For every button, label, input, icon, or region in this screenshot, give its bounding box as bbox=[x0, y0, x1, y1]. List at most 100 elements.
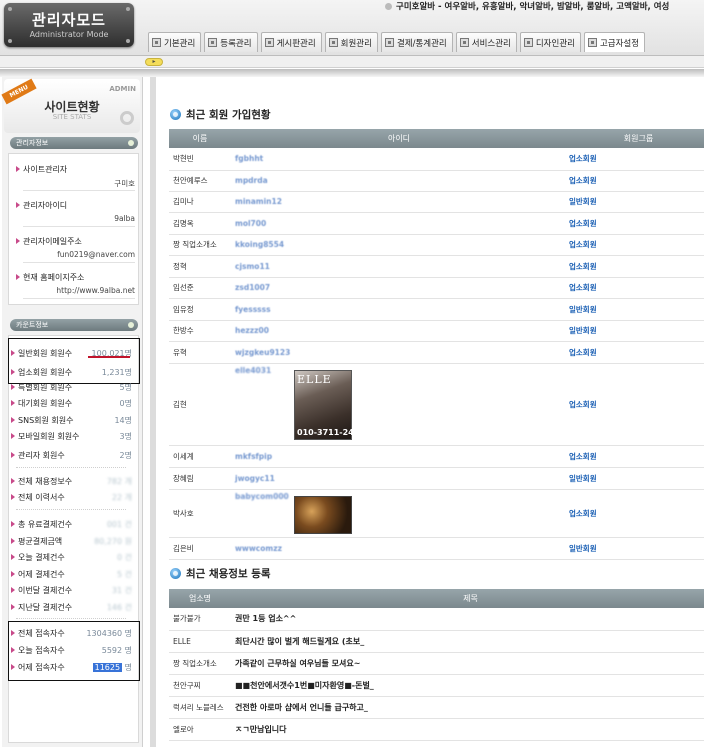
tab-services[interactable]: 서비스관리 bbox=[455, 32, 517, 52]
member-id[interactable]: kkoing8554 bbox=[231, 234, 567, 256]
job-title-link[interactable]: 건전한 아로마 샵에서 언니들 급구하고_ bbox=[231, 696, 704, 719]
tab-registration[interactable]: 등록관리 bbox=[204, 32, 258, 52]
table-row[interactable]: 불가불가 권만 1등 업소^^ bbox=[169, 608, 704, 631]
job-title-link[interactable]: ㅈㄱ만남입니다 bbox=[231, 718, 704, 741]
tab-icon bbox=[152, 38, 161, 47]
tab-design[interactable]: 디자인관리 bbox=[519, 32, 581, 52]
member-id[interactable]: fyesssss bbox=[231, 298, 567, 321]
table-row[interactable]: 이세계 mkfsfpip 업소회원 bbox=[169, 445, 704, 468]
table-row[interactable]: 김현 elle4031 ELLE 010-3711-2441 업소회원 bbox=[169, 363, 704, 446]
count-row: 모바일회원 회원수 3명 bbox=[10, 430, 132, 443]
site-names[interactable]: 구미호알바 - 여우알바, 유흥알바, 악녀알바, 밤알바, 룸알바, 고액알바… bbox=[385, 0, 704, 13]
member-id[interactable]: wjzgkeu9123 bbox=[231, 341, 567, 364]
count-value: 2명 bbox=[119, 451, 132, 460]
annotation-box bbox=[8, 338, 140, 384]
table-row[interactable]: 임선준 zsd1007 업소회원 bbox=[169, 277, 704, 299]
member-id[interactable]: wwwcomzz bbox=[231, 537, 567, 560]
main-content: 최근 회원 가입현황 이름 아이디 회원그룹 박현빈 fgbhht 업소회원 천안예… bbox=[150, 77, 704, 747]
tab-basic[interactable]: 기본관리 bbox=[148, 32, 202, 52]
member-id[interactable]: mkfsfpip bbox=[231, 445, 567, 468]
divider bbox=[16, 618, 126, 619]
member-group: 업소회원 bbox=[567, 489, 704, 538]
member-id[interactable]: elle4031 bbox=[235, 366, 271, 375]
table-row[interactable]: 유혁 wjzgkeu9123 업소회원 bbox=[169, 341, 704, 364]
tab-label: 고급자설정 bbox=[599, 38, 640, 49]
member-name: 김명옥 bbox=[169, 212, 231, 235]
tab-icon bbox=[523, 38, 533, 47]
count-label: 이번달 결제건수 bbox=[10, 586, 73, 595]
table-row[interactable]: 천안예루스 mpdrda 업소회원 bbox=[169, 170, 704, 192]
job-title-link[interactable]: 가족같이 근무하실 여우님들 모셔요~ bbox=[231, 652, 704, 675]
table-row[interactable]: 럭셔리 노블레스 건전한 아로마 샵에서 언니들 급구하고_ bbox=[169, 696, 704, 719]
count-row: 오늘 결제건수 0 건 bbox=[10, 551, 132, 564]
table-row[interactable]: 짱 직업소개소 가족같이 근무하실 여우님들 모셔요~ bbox=[169, 652, 704, 675]
admin-info-header: 관리자정보 bbox=[10, 137, 138, 149]
member-id[interactable]: fgbhht bbox=[231, 148, 567, 171]
member-id-cell[interactable]: babycom000 bbox=[231, 489, 567, 538]
count-value: 782 개 bbox=[106, 477, 132, 486]
count-row: 관리자 회원수 2명 bbox=[10, 449, 132, 462]
table-row[interactable]: 장혜림 jwogyc11 일반회원 bbox=[169, 467, 704, 490]
member-id[interactable]: mol700 bbox=[231, 212, 567, 235]
admin-logo[interactable]: 관리자모드 Administrator Mode bbox=[4, 3, 134, 47]
logo-bolt bbox=[126, 7, 130, 11]
admin-info-label: 사이트관리자 bbox=[15, 165, 68, 174]
member-id[interactable]: minamin12 bbox=[231, 191, 567, 213]
count-info-header-label: 카운트정보 bbox=[16, 321, 49, 329]
tab-members[interactable]: 회원관리 bbox=[324, 32, 378, 52]
admin-info-header-label: 관리자정보 bbox=[16, 139, 49, 147]
table-row[interactable]: 천안구찌 ■■천안에서갯수1번■미자환영■-돈벌_ bbox=[169, 674, 704, 697]
table-row[interactable]: 박현빈 fgbhht 업소회원 bbox=[169, 148, 704, 171]
divider bbox=[16, 467, 126, 468]
member-id[interactable]: zsd1007 bbox=[231, 277, 567, 299]
logo-bolt bbox=[8, 7, 12, 11]
count-value: 5 건 bbox=[117, 570, 132, 579]
tab-label: 게시판관리 bbox=[276, 38, 316, 49]
job-title-link[interactable]: 권만 1등 업소^^ bbox=[231, 608, 704, 631]
dot-icon bbox=[128, 322, 134, 328]
member-name: 김현 bbox=[169, 363, 231, 446]
admin-info-value: 구미호 bbox=[23, 178, 135, 191]
member-id-cell[interactable]: elle4031 ELLE 010-3711-2441 bbox=[231, 363, 567, 446]
table-row[interactable]: 정혁 cjsmo11 업소회원 bbox=[169, 255, 704, 278]
member-photo[interactable] bbox=[294, 495, 352, 534]
column-header: 회원그룹 bbox=[567, 129, 704, 148]
annotation-box bbox=[8, 621, 140, 681]
collapse-toggle-icon[interactable]: ▸ bbox=[145, 58, 163, 66]
member-id[interactable]: babycom000 bbox=[235, 492, 289, 501]
member-group: 업소회원 bbox=[567, 170, 704, 192]
member-id[interactable]: mpdrda bbox=[231, 170, 567, 192]
member-id[interactable]: jwogyc11 bbox=[231, 467, 567, 490]
table-row[interactable]: ELLE 최단시간 많이 벌게 해드릴게요 (초보_ bbox=[169, 630, 704, 653]
job-title-link[interactable]: ■■천안에서갯수1번■미자환영■-돈벌_ bbox=[231, 674, 704, 697]
table-row[interactable]: 짱 직업소개소 kkoing8554 업소회원 bbox=[169, 234, 704, 256]
count-value: 5명 bbox=[119, 383, 132, 392]
table-row[interactable]: 박사호 babycom000 업소회원 bbox=[169, 489, 704, 538]
count-label: 어제 결제건수 bbox=[11, 570, 65, 579]
pin-icon bbox=[385, 3, 392, 10]
count-row: 총 유료결제건수 001 건 bbox=[10, 518, 132, 531]
member-photo[interactable]: ELLE 010-3711-2441 bbox=[294, 369, 365, 440]
tab-payments[interactable]: 결제/통계관리 bbox=[380, 32, 453, 52]
job-title-link[interactable]: 최단시간 많이 벌게 해드릴게요 (초보_ bbox=[231, 630, 704, 653]
table-row[interactable]: 엘로아 ㅈㄱ만남입니다 bbox=[169, 718, 704, 741]
table-row[interactable]: 한방수 hezzz00 일반회원 bbox=[169, 320, 704, 342]
member-name: 장혜림 bbox=[169, 467, 231, 490]
tab-advanced[interactable]: 고급자설정 bbox=[583, 32, 646, 52]
table-row[interactable]: 김명옥 mol700 업소회원 bbox=[169, 212, 704, 235]
table-row[interactable]: 임유정 fyesssss 일반회원 bbox=[169, 298, 704, 321]
count-row: 전체 채용정보수 782 개 bbox=[10, 475, 132, 488]
tab-board[interactable]: 게시판관리 bbox=[260, 32, 322, 52]
member-name: 이세계 bbox=[169, 445, 231, 468]
section-bullet-icon bbox=[170, 568, 181, 579]
admin-info-value: 9alba bbox=[23, 214, 135, 227]
table-row[interactable]: 김미나 minamin12 일반회원 bbox=[169, 191, 704, 213]
count-label: 오늘 결제건수 bbox=[11, 553, 65, 562]
table-row[interactable]: 김은비 wwwcomzz 일반회원 bbox=[169, 537, 704, 560]
count-row: 이번달 결제건수 31 건 bbox=[10, 584, 132, 597]
tab-icon bbox=[264, 38, 274, 47]
member-id[interactable]: cjsmo11 bbox=[231, 255, 567, 278]
section-bullet-icon bbox=[170, 109, 181, 120]
member-group: 일반회원 bbox=[567, 537, 704, 560]
member-id[interactable]: hezzz00 bbox=[231, 320, 567, 342]
